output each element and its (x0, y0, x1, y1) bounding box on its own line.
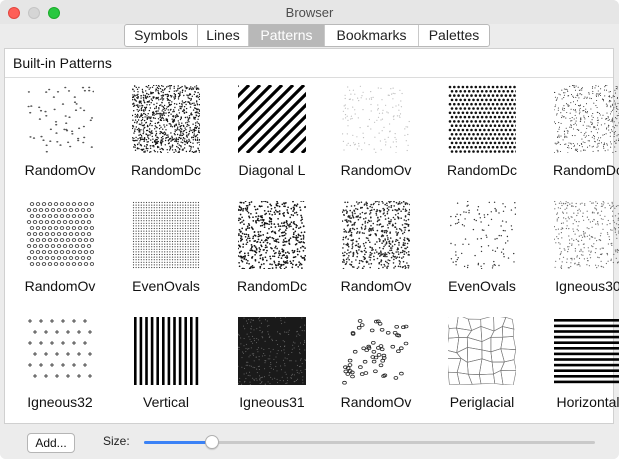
add-button[interactable]: Add... (27, 433, 75, 453)
section-title: Built-in Patterns (13, 55, 112, 71)
pattern-label: RandomDc (236, 278, 308, 294)
pattern-item[interactable]: Igneous30 (535, 195, 619, 311)
pattern-label: Horizontal (556, 394, 619, 410)
random-ovals-large-icon (342, 319, 409, 385)
tab-lines[interactable]: Lines (198, 25, 249, 46)
tab-patterns[interactable]: Patterns (249, 25, 325, 46)
pattern-item[interactable]: RandomOv (323, 311, 433, 427)
igneous-32-crosses-icon (28, 319, 92, 378)
pattern-label: Igneous31 (239, 394, 305, 410)
pattern-label: Igneous32 (27, 394, 93, 410)
pattern-label: RandomDc (446, 162, 518, 178)
random-dots-large-icon (448, 85, 516, 153)
section-divider (5, 77, 613, 78)
pattern-item[interactable]: EvenOvals (113, 195, 223, 311)
igneous-30-icon (554, 201, 619, 269)
random-ovals-faint-icon (342, 85, 410, 153)
pattern-item[interactable]: RandomDc (113, 79, 223, 195)
pattern-label: RandomOv (24, 162, 96, 178)
size-label: Size: (103, 434, 130, 448)
size-slider-fill (144, 441, 212, 444)
pattern-item[interactable]: Igneous31 (219, 311, 329, 427)
title-bar: Browser (0, 0, 619, 24)
pattern-label: RandomDc (552, 162, 619, 178)
pattern-item[interactable]: RandomOv (323, 79, 433, 195)
bottom-toolbar: Add... Size: (0, 427, 619, 459)
pattern-label: Periglacial (449, 394, 515, 410)
horizontal-lines-icon (554, 319, 619, 384)
even-ovals-fine-icon (132, 201, 200, 269)
pattern-label: RandomDc (130, 162, 202, 178)
pattern-label: EvenOvals (132, 278, 200, 294)
pattern-item[interactable]: RandomDc (535, 79, 619, 195)
pattern-label: EvenOvals (448, 278, 516, 294)
pattern-label: RandomOv (24, 278, 96, 294)
diagonal-lines-icon (238, 85, 306, 153)
pattern-label: Vertical (143, 394, 189, 410)
vertical-lines-icon (134, 317, 199, 385)
tab-symbols[interactable]: Symbols (125, 25, 198, 46)
random-ovals-medium-icon (342, 201, 410, 269)
even-ovals-sparse-icon (450, 201, 516, 269)
tab-bookmarks[interactable]: Bookmarks (325, 25, 419, 46)
size-slider[interactable] (144, 435, 595, 449)
browser-window: Browser Symbols Lines Patterns Bookmarks… (0, 0, 619, 459)
random-ovals-sparse-icon (27, 86, 94, 153)
pattern-item[interactable]: Vertical (113, 311, 223, 427)
segmented-tabs: Symbols Lines Patterns Bookmarks Palette… (124, 24, 490, 47)
pattern-label: RandomOv (340, 278, 412, 294)
pattern-label: RandomOv (340, 162, 412, 178)
pattern-item[interactable]: Horizontal (535, 311, 619, 427)
igneous-31-dark-icon (238, 317, 306, 385)
random-dots-dense-icon (132, 85, 200, 153)
pattern-label: Diagonal L (238, 162, 306, 178)
random-dots-medium-icon (238, 201, 306, 269)
pattern-label: RandomOv (340, 394, 412, 410)
pattern-item[interactable]: Periglacial (429, 311, 539, 427)
pattern-item[interactable]: RandomOv (7, 79, 117, 195)
pattern-item[interactable]: RandomDc (219, 195, 329, 311)
pattern-item[interactable]: RandomDc (429, 79, 539, 195)
pattern-item[interactable]: RandomOv (323, 195, 433, 311)
patterns-panel: Built-in Patterns RandomOv RandomDc Diagon… (4, 48, 619, 427)
window-title: Browser (285, 5, 334, 20)
random-dots-small-icon (554, 85, 619, 153)
pattern-label: Igneous30 (555, 278, 619, 294)
pattern-item[interactable]: EvenOvals (429, 195, 539, 311)
periglacial-polygons-icon (448, 317, 516, 385)
pattern-item[interactable]: Diagonal L (219, 79, 329, 195)
pattern-item[interactable]: Igneous32 (7, 311, 117, 427)
tab-palettes[interactable]: Palettes (419, 25, 489, 46)
size-slider-knob[interactable] (204, 435, 219, 449)
random-ovals-rings-icon (26, 202, 94, 266)
pattern-item[interactable]: RandomOv (7, 195, 117, 311)
